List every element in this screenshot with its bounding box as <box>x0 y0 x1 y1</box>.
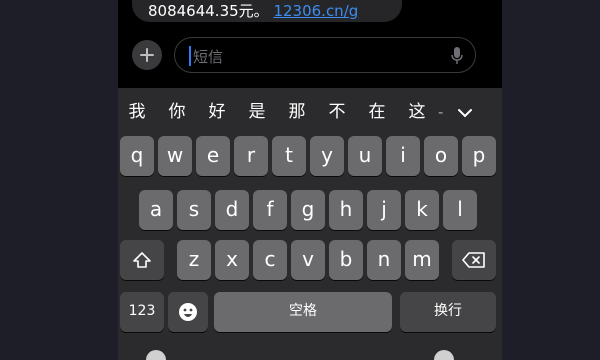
key-c[interactable]: c <box>253 240 287 280</box>
key-b[interactable]: b <box>329 240 363 280</box>
key-g[interactable]: g <box>291 190 325 230</box>
key-o[interactable]: o <box>424 136 458 176</box>
message-placeholder: 短信 <box>193 48 224 66</box>
globe-hint-icon <box>146 350 166 360</box>
key-f[interactable]: f <box>253 190 287 230</box>
numbers-key[interactable]: 123 <box>120 292 164 332</box>
key-t[interactable]: t <box>272 136 306 176</box>
space-key[interactable]: 空格 <box>214 292 392 332</box>
key-a[interactable]: a <box>139 190 173 230</box>
candidate-word[interactable]: 我 <box>124 98 150 126</box>
key-d[interactable]: d <box>215 190 249 230</box>
plus-icon[interactable] <box>132 40 162 70</box>
candidate-word[interactable]: 那 <box>284 98 310 126</box>
message-text: 8084644.35元。 <box>148 2 269 20</box>
key-w[interactable]: w <box>158 136 192 176</box>
key-z[interactable]: z <box>177 240 211 280</box>
candidate-word[interactable]: 不 <box>324 98 350 126</box>
candidate-word[interactable]: 你 <box>164 98 190 126</box>
key-l[interactable]: l <box>443 190 477 230</box>
microphone-icon[interactable] <box>451 46 463 70</box>
key-x[interactable]: x <box>215 240 249 280</box>
text-caret <box>189 46 191 66</box>
key-v[interactable]: v <box>291 240 325 280</box>
emoji-key[interactable] <box>168 292 208 332</box>
candidate-word[interactable]: 这 <box>404 98 430 126</box>
key-r[interactable]: r <box>234 136 268 176</box>
dictation-hint-icon <box>434 350 454 360</box>
candidate-bar: 我 你 好 是 那 不 在 这 - <box>118 98 502 126</box>
key-s[interactable]: s <box>177 190 211 230</box>
key-n[interactable]: n <box>367 240 401 280</box>
chevron-down-icon[interactable] <box>456 104 474 123</box>
key-q[interactable]: q <box>120 136 154 176</box>
candidate-word[interactable]: 好 <box>204 98 230 126</box>
compose-bar: 短信 <box>118 36 502 76</box>
key-m[interactable]: m <box>405 240 439 280</box>
return-key[interactable]: 换行 <box>400 292 496 332</box>
phone-screen: 8084644.35元。 12306.cn/g 短信 我 你 好 是 那 不 在… <box>118 0 502 360</box>
shift-key[interactable] <box>120 240 164 280</box>
key-y[interactable]: y <box>310 136 344 176</box>
backspace-icon <box>452 240 496 280</box>
keyboard: 我 你 好 是 那 不 在 这 - q w e r t y u i o p a … <box>118 88 502 360</box>
candidate-word[interactable]: 是 <box>244 98 270 126</box>
message-bubble: 8084644.35元。 12306.cn/g <box>132 0 402 22</box>
key-p[interactable]: p <box>462 136 496 176</box>
key-k[interactable]: k <box>405 190 439 230</box>
shift-icon <box>120 240 164 280</box>
key-e[interactable]: e <box>196 136 230 176</box>
message-input[interactable]: 短信 <box>174 37 476 73</box>
message-link[interactable]: 12306.cn/g <box>273 2 358 20</box>
candidate-word[interactable]: 在 <box>364 98 390 126</box>
emoji-icon <box>168 292 208 332</box>
key-i[interactable]: i <box>386 136 420 176</box>
key-h[interactable]: h <box>329 190 363 230</box>
delete-key[interactable] <box>452 240 496 280</box>
key-u[interactable]: u <box>348 136 382 176</box>
candidate-more-dash: - <box>438 103 444 121</box>
key-j[interactable]: j <box>367 190 401 230</box>
